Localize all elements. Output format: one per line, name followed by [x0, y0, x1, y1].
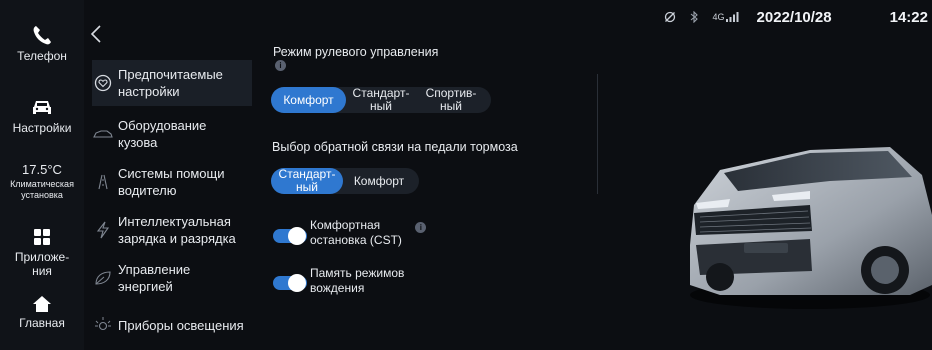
steering-mode-title: Режим рулевого управленияi — [273, 45, 443, 77]
rail-apps-label: Приложе-ния — [14, 250, 70, 278]
heart-circle-icon — [92, 72, 114, 94]
bluetooth-icon — [687, 10, 701, 24]
brake-option-comfort[interactable]: Комфорт — [343, 168, 415, 194]
car-icon — [33, 101, 51, 114]
brake-feedback-title: Выбор обратной связи на педали тормоза — [272, 140, 518, 154]
drive-mode-memory-toggle[interactable] — [273, 274, 307, 292]
rail-settings-label: Настройки — [12, 121, 72, 135]
leaf-icon — [92, 267, 114, 289]
rail-apps[interactable]: Приложе-ния — [0, 228, 84, 278]
phone-icon — [33, 26, 51, 45]
panel-divider — [597, 74, 598, 194]
lightning-icon — [92, 219, 114, 241]
menu-item-driver-assist[interactable]: Системы помощи водителю — [92, 160, 252, 204]
rail-home[interactable]: Главная — [0, 295, 84, 330]
menu-item-label: Приборы освещения — [118, 317, 244, 333]
steering-mode-selector: Комфорт Стандарт-ный Спортив-ный — [271, 87, 491, 113]
status-bar: 4G 2022/10/28 14:22 — [663, 6, 932, 28]
menu-item-label: Системы помощи водителю — [118, 166, 225, 198]
rail-settings[interactable]: Настройки — [0, 98, 84, 135]
status-time: 14:22 — [889, 8, 928, 26]
car-body-icon — [92, 123, 114, 145]
menu-item-label: Интеллектуальная зарядка и разрядка — [118, 214, 236, 246]
cst-toggle[interactable] — [273, 227, 307, 245]
steering-option-comfort[interactable]: Комфорт — [271, 87, 346, 113]
car-image — [660, 95, 932, 325]
climate-temperature: 17.5°C — [22, 162, 62, 177]
steering-mode-title-text: Режим рулевого управления — [273, 45, 439, 59]
rail-climate[interactable]: 17.5°C Климатическая установка — [0, 162, 84, 201]
signal-4g-icon: 4G — [711, 10, 741, 24]
rail-phone[interactable]: Телефон — [0, 24, 84, 63]
brake-feedback-selector: Стандарт-ный Комфорт — [271, 168, 419, 194]
settings-menu: Предпочитаемые настройки Оборудование ку… — [84, 0, 256, 350]
menu-item-label: Управление энергией — [118, 262, 191, 294]
brake-option-standard[interactable]: Стандарт-ный — [271, 168, 343, 194]
steering-option-standard[interactable]: Стандарт-ный — [346, 87, 416, 113]
home-icon — [33, 296, 51, 312]
steering-option-sport[interactable]: Спортив-ный — [416, 87, 486, 113]
menu-item-label: Предпочитаемые настройки — [118, 67, 223, 99]
menu-item-lighting[interactable]: Приборы освещения — [92, 308, 252, 342]
steering-info-icon[interactable]: i — [275, 60, 286, 71]
no-sync-icon — [663, 10, 677, 24]
lane-assist-icon — [92, 171, 114, 193]
rail-climate-label: Климатическая установка — [10, 179, 74, 200]
rail-home-label: Главная — [19, 316, 65, 330]
menu-item-body[interactable]: Оборудование кузова — [92, 112, 252, 156]
sun-icon — [92, 314, 114, 336]
menu-item-label: Оборудование кузова — [118, 118, 207, 150]
left-rail: Телефон Настройки 17.5°C Климатическая у… — [0, 0, 84, 350]
drive-mode-memory-label: Память режимов вождения — [310, 266, 405, 295]
cst-info-icon[interactable]: i — [415, 222, 427, 233]
cst-label-text: Комфортная остановка (CST) — [310, 218, 402, 247]
menu-item-energy[interactable]: Управление энергией — [92, 256, 252, 300]
menu-item-smart-charging[interactable]: Интеллектуальная зарядка и разрядка — [92, 207, 252, 253]
cst-label: Комфортная остановка (CST) i — [310, 218, 470, 248]
menu-item-preferences[interactable]: Предпочитаемые настройки — [92, 60, 252, 106]
status-date: 2022/10/28 — [756, 8, 832, 26]
grid-icon — [34, 229, 50, 245]
rail-phone-label: Телефон — [17, 49, 67, 63]
